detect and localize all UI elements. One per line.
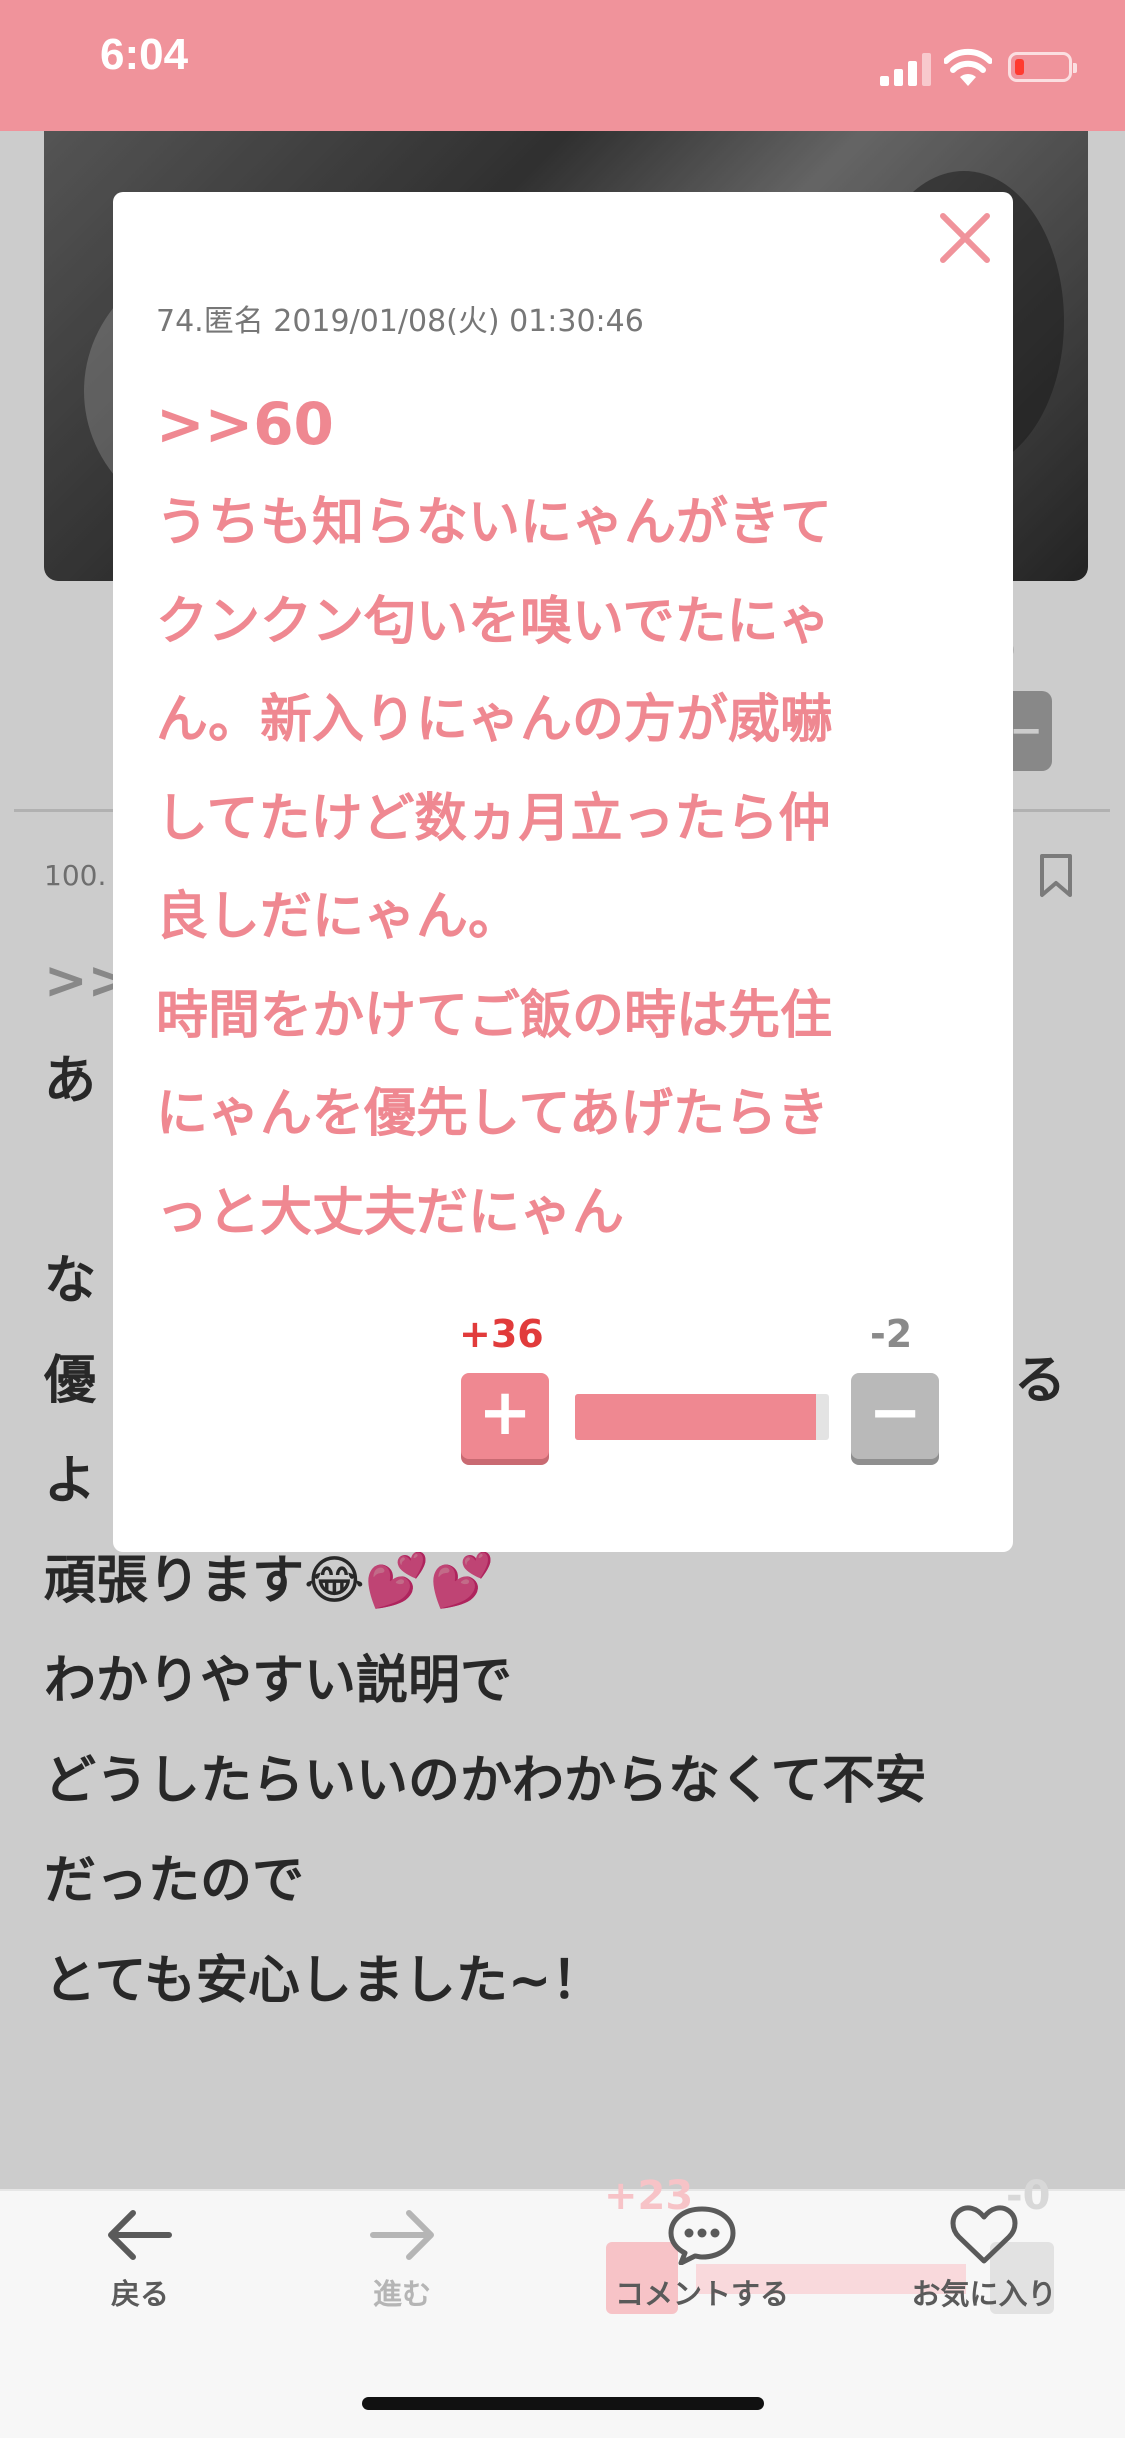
comment-button[interactable]: コメントする: [592, 2205, 812, 2313]
back-label: 戻る: [110, 2277, 169, 2311]
minus-vote-button[interactable]: −: [851, 1373, 939, 1459]
plus-vote-count: +36: [459, 1312, 544, 1356]
comment-modal: 74.匿名 2019/01/08(火) 01:30:46 >>60 うちも知らな…: [113, 192, 1013, 1552]
battery-icon: [1008, 52, 1077, 82]
comment-body: うちも知らないにゃんがきて クンクン匂いを嗅いでたにゃ ん。新入りにゃんの方が威…: [156, 474, 976, 1262]
forward-button[interactable]: 進む: [292, 2205, 512, 2313]
comment-meta: 74.匿名 2019/01/08(火) 01:30:46: [156, 304, 644, 339]
close-icon[interactable]: [937, 210, 993, 266]
comment-bubble-icon: [668, 2206, 736, 2265]
comment-line: にゃんを優先してあげたらき: [156, 1084, 829, 1144]
status-time: 6:04: [100, 30, 189, 79]
comment-line: っと大丈夫だにゃん: [156, 1182, 625, 1243]
favorite-button[interactable]: お気に入り: [874, 2205, 1094, 2313]
battery-level: [1015, 59, 1024, 75]
vote-ratio-bar: [575, 1394, 829, 1440]
reply-anchor-link[interactable]: >>60: [156, 390, 334, 458]
plus-vote-button[interactable]: +: [461, 1373, 549, 1459]
vote-ratio-fill: [575, 1394, 816, 1440]
comment-line: 良しだにゃん。: [156, 887, 521, 947]
comment-line: してたけど数ヵ月立ったら仲: [156, 788, 831, 849]
favorite-label: お気に入り: [911, 2277, 1057, 2311]
status-bar: 6:04: [0, 0, 1125, 131]
forward-label: 進む: [372, 2277, 431, 2311]
comment-line: ん。新入りにゃんの方が威嚇: [156, 690, 833, 750]
arrow-left-icon: [108, 2210, 172, 2260]
back-button[interactable]: 戻る: [30, 2205, 250, 2313]
home-indicator: [362, 2397, 764, 2410]
minus-vote-count: -2: [870, 1312, 913, 1356]
arrow-right-icon: [370, 2210, 434, 2260]
signal-icon: [880, 52, 932, 86]
wifi-icon: [944, 48, 992, 86]
comment-label: コメントする: [614, 2277, 789, 2311]
comment-line: クンクン匂いを嗅いでたにゃ: [156, 591, 831, 652]
comment-line: うちも知らないにゃんがきて: [156, 493, 833, 553]
comment-line: 時間をかけてご飯の時は先住: [156, 985, 833, 1046]
heart-icon: [950, 2205, 1018, 2264]
